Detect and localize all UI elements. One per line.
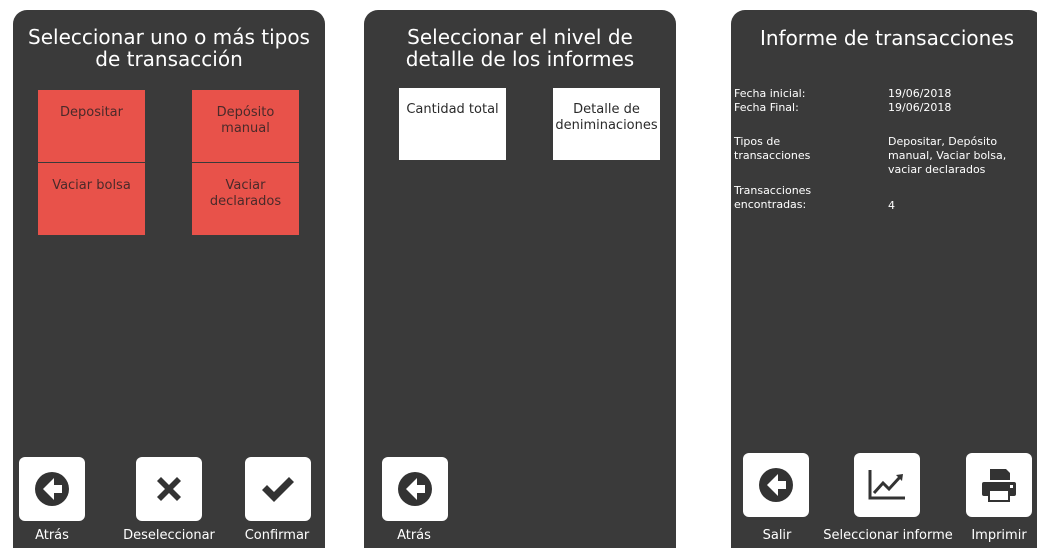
type-tile-depositar[interactable]: Depositar	[38, 90, 145, 162]
exit-button[interactable]	[743, 453, 809, 517]
x-icon	[157, 477, 181, 501]
type-label: Depósito manual	[216, 105, 275, 136]
confirm-label: Confirmar	[244, 528, 310, 543]
printer-icon	[982, 469, 1016, 502]
arrow-left-circle-icon	[398, 472, 432, 506]
check-icon	[262, 477, 294, 502]
types-value: Depositar, Depósito manual, Vaciar bolsa…	[888, 135, 1007, 176]
panel-title: Seleccionar el nivel de detalle de los i…	[405, 25, 635, 71]
option-tile-cantidad-total[interactable]: Cantidad total	[399, 88, 506, 160]
option-label: Detalle de deniminaciones	[555, 102, 658, 133]
panel-title: Seleccionar uno o más tipos de transacci…	[28, 25, 310, 71]
panel-detail-level: Seleccionar el nivel de detalle de los i…	[364, 10, 676, 548]
arrow-left-circle-icon	[35, 472, 69, 506]
back-label: Atrás	[397, 528, 431, 543]
option-tile-detalle-denominaciones[interactable]: Detalle de deniminaciones	[553, 88, 660, 160]
found-label: Transacciones encontradas:	[734, 184, 812, 211]
type-tile-vaciar-declarados[interactable]: Vaciar declarados	[192, 163, 299, 235]
select-report-label: Seleccionar informe	[823, 528, 953, 543]
select-report-button[interactable]	[854, 453, 920, 517]
deselect-button[interactable]	[136, 457, 202, 521]
type-tile-vaciar-bolsa[interactable]: Vaciar bolsa	[38, 163, 145, 235]
type-label: Depositar	[59, 105, 123, 120]
panel-transaction-report: Informe de transacciones Fecha inicial: …	[731, 10, 1037, 548]
exit-label: Salir	[762, 528, 792, 543]
start-date-label: Fecha inicial:	[734, 87, 806, 100]
deselect-label: Deseleccionar	[123, 528, 215, 543]
type-label: Vaciar bolsa	[52, 178, 131, 193]
panel-transaction-types: Seleccionar uno o más tipos de transacci…	[13, 10, 325, 548]
start-date-value: 19/06/2018	[888, 87, 952, 100]
end-date-label: Fecha Final:	[734, 101, 799, 114]
arrow-left-circle-icon	[759, 468, 793, 502]
back-button[interactable]	[382, 457, 448, 521]
print-button[interactable]	[966, 453, 1032, 517]
confirm-button[interactable]	[245, 457, 311, 521]
found-value: 4	[888, 199, 895, 212]
back-label: Atrás	[35, 528, 69, 543]
print-label: Imprimir	[971, 528, 1027, 543]
type-label: Vaciar declarados	[209, 178, 282, 209]
back-button[interactable]	[19, 457, 85, 521]
end-date-value: 19/06/2018	[888, 101, 952, 114]
chart-line-icon	[868, 470, 905, 500]
type-tile-deposito-manual[interactable]: Depósito manual	[192, 90, 299, 162]
option-label: Cantidad total	[406, 102, 499, 117]
panel-title: Informe de transacciones	[759, 26, 1015, 50]
types-label: Tipos de transacciones	[734, 135, 811, 162]
